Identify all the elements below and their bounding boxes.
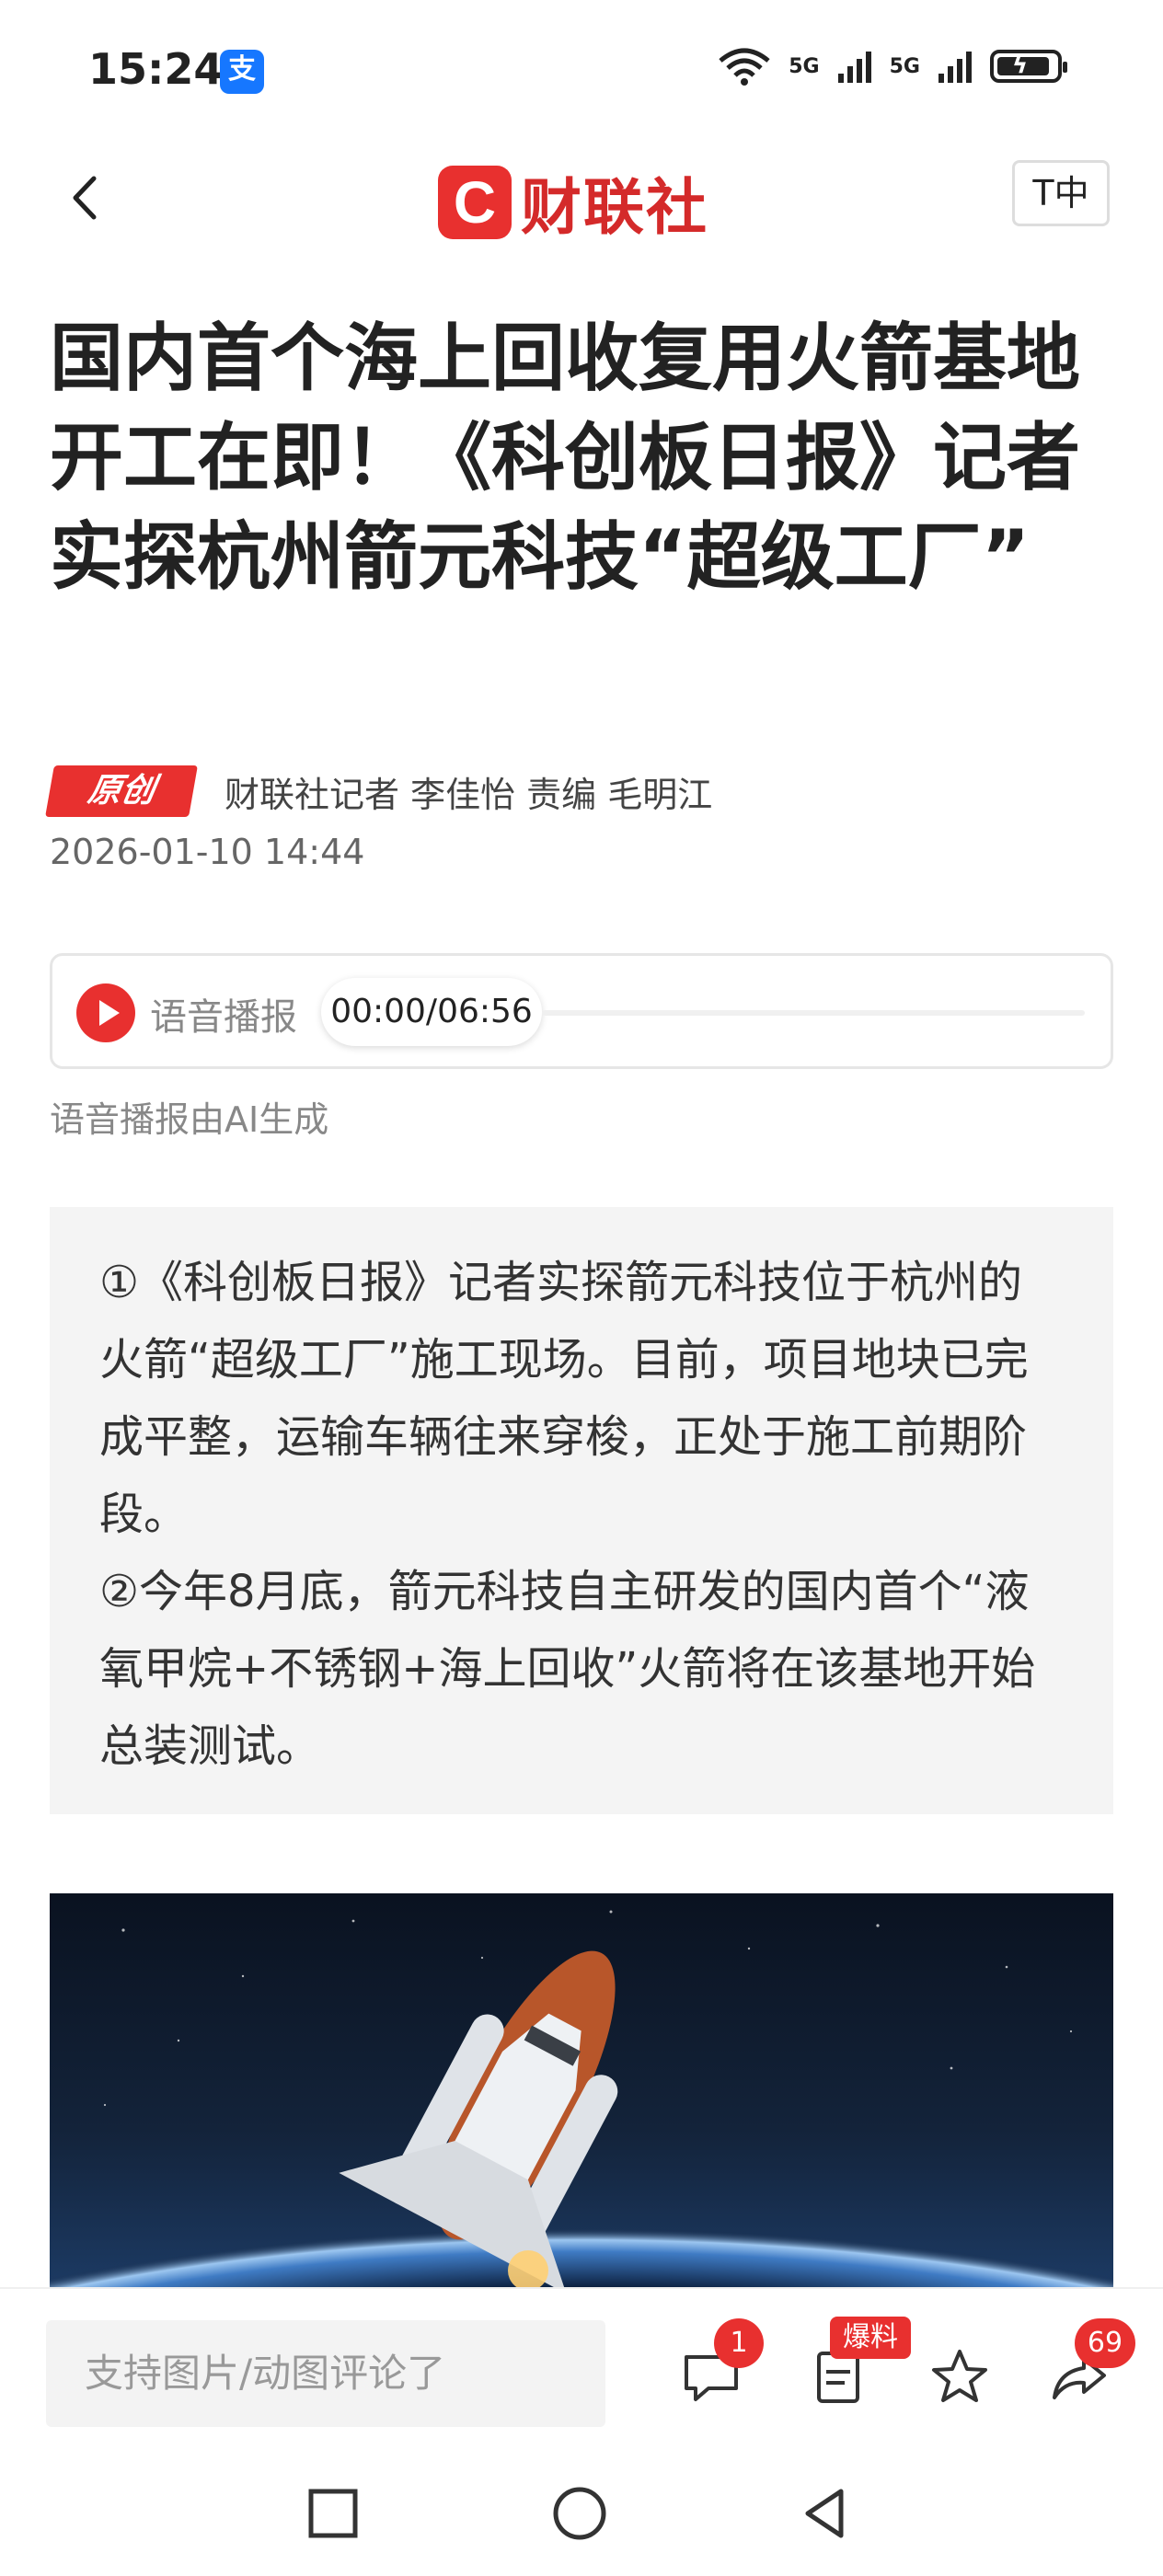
network-type-2: 5G — [889, 54, 920, 78]
battery-icon: ϟ — [990, 50, 1067, 83]
audio-progress-track[interactable] — [542, 1010, 1085, 1016]
article-hero-image[interactable] — [50, 1893, 1113, 2287]
app-header: C 财联社 T中 — [0, 147, 1163, 248]
share-count-badge: 69 — [1075, 2318, 1135, 2368]
play-icon[interactable] — [76, 983, 135, 1042]
signal-icon — [937, 48, 973, 85]
publish-time: 2026-01-10 14:44 — [50, 832, 365, 872]
status-indicators: 5G 5G ϟ — [717, 46, 1067, 86]
brand-logo: C 财联社 — [438, 158, 708, 247]
news-tip-badge: 爆料 — [830, 2317, 911, 2359]
star-icon[interactable] — [927, 2344, 992, 2409]
summary-point-1: ①《科创板日报》记者实探箭元科技位于杭州的火箭“超级工厂”施工现场。目前，项目地… — [99, 1257, 1029, 1540]
status-time: 15:24 — [88, 44, 224, 94]
audio-progress-thumb[interactable]: 00:00/06:56 — [321, 978, 542, 1046]
circle-icon[interactable] — [550, 2484, 609, 2543]
summary-point-2: ②今年8月底，箭元科技自主研发的国内首个“液氧甲烷+不锈钢+海上回收”火箭将在该… — [99, 1566, 1036, 1772]
signal-icon — [836, 48, 873, 85]
comment-input[interactable]: 支持图片/动图评论了 — [46, 2320, 605, 2427]
triangle-back-icon[interactable] — [797, 2484, 856, 2543]
charging-icon: ϟ — [1012, 52, 1029, 79]
status-bar: 15:24 支 5G 5G ϟ — [0, 0, 1163, 138]
wifi-icon — [717, 46, 772, 86]
network-type-1: 5G — [789, 54, 820, 78]
system-navigation-bar — [0, 2453, 1163, 2576]
article-title: 国内首个海上回收复用火箭基地开工在即！《科创板日报》记者实探杭州箭元科技“超级工… — [50, 316, 1080, 600]
logo-text: 财联社 — [521, 172, 708, 243]
audio-label: 语音播报 — [150, 996, 297, 1039]
back-icon[interactable] — [55, 166, 110, 230]
logo-mark: C — [438, 166, 512, 239]
article-meta: 原创 财联社记者 李佳怡 责编 毛明江 — [45, 765, 713, 817]
comment-count-badge: 1 — [714, 2318, 764, 2368]
original-badge: 原创 — [45, 765, 198, 817]
ai-note: 语音播报由AI生成 — [50, 1099, 329, 1140]
bottom-action-bar: 支持图片/动图评论了 1 爆料 69 — [0, 2287, 1163, 2455]
audio-player: 语音播报 00:00/06:56 — [50, 953, 1113, 1069]
summary-box: ①《科创板日报》记者实探箭元科技位于杭州的火箭“超级工厂”施工现场。目前，项目地… — [50, 1207, 1113, 1814]
author-line: 财联社记者 李佳怡 责编 毛明江 — [225, 774, 713, 815]
alipay-icon: 支 — [220, 50, 264, 94]
font-size-button[interactable]: T中 — [1012, 160, 1110, 226]
square-icon[interactable] — [304, 2484, 363, 2543]
